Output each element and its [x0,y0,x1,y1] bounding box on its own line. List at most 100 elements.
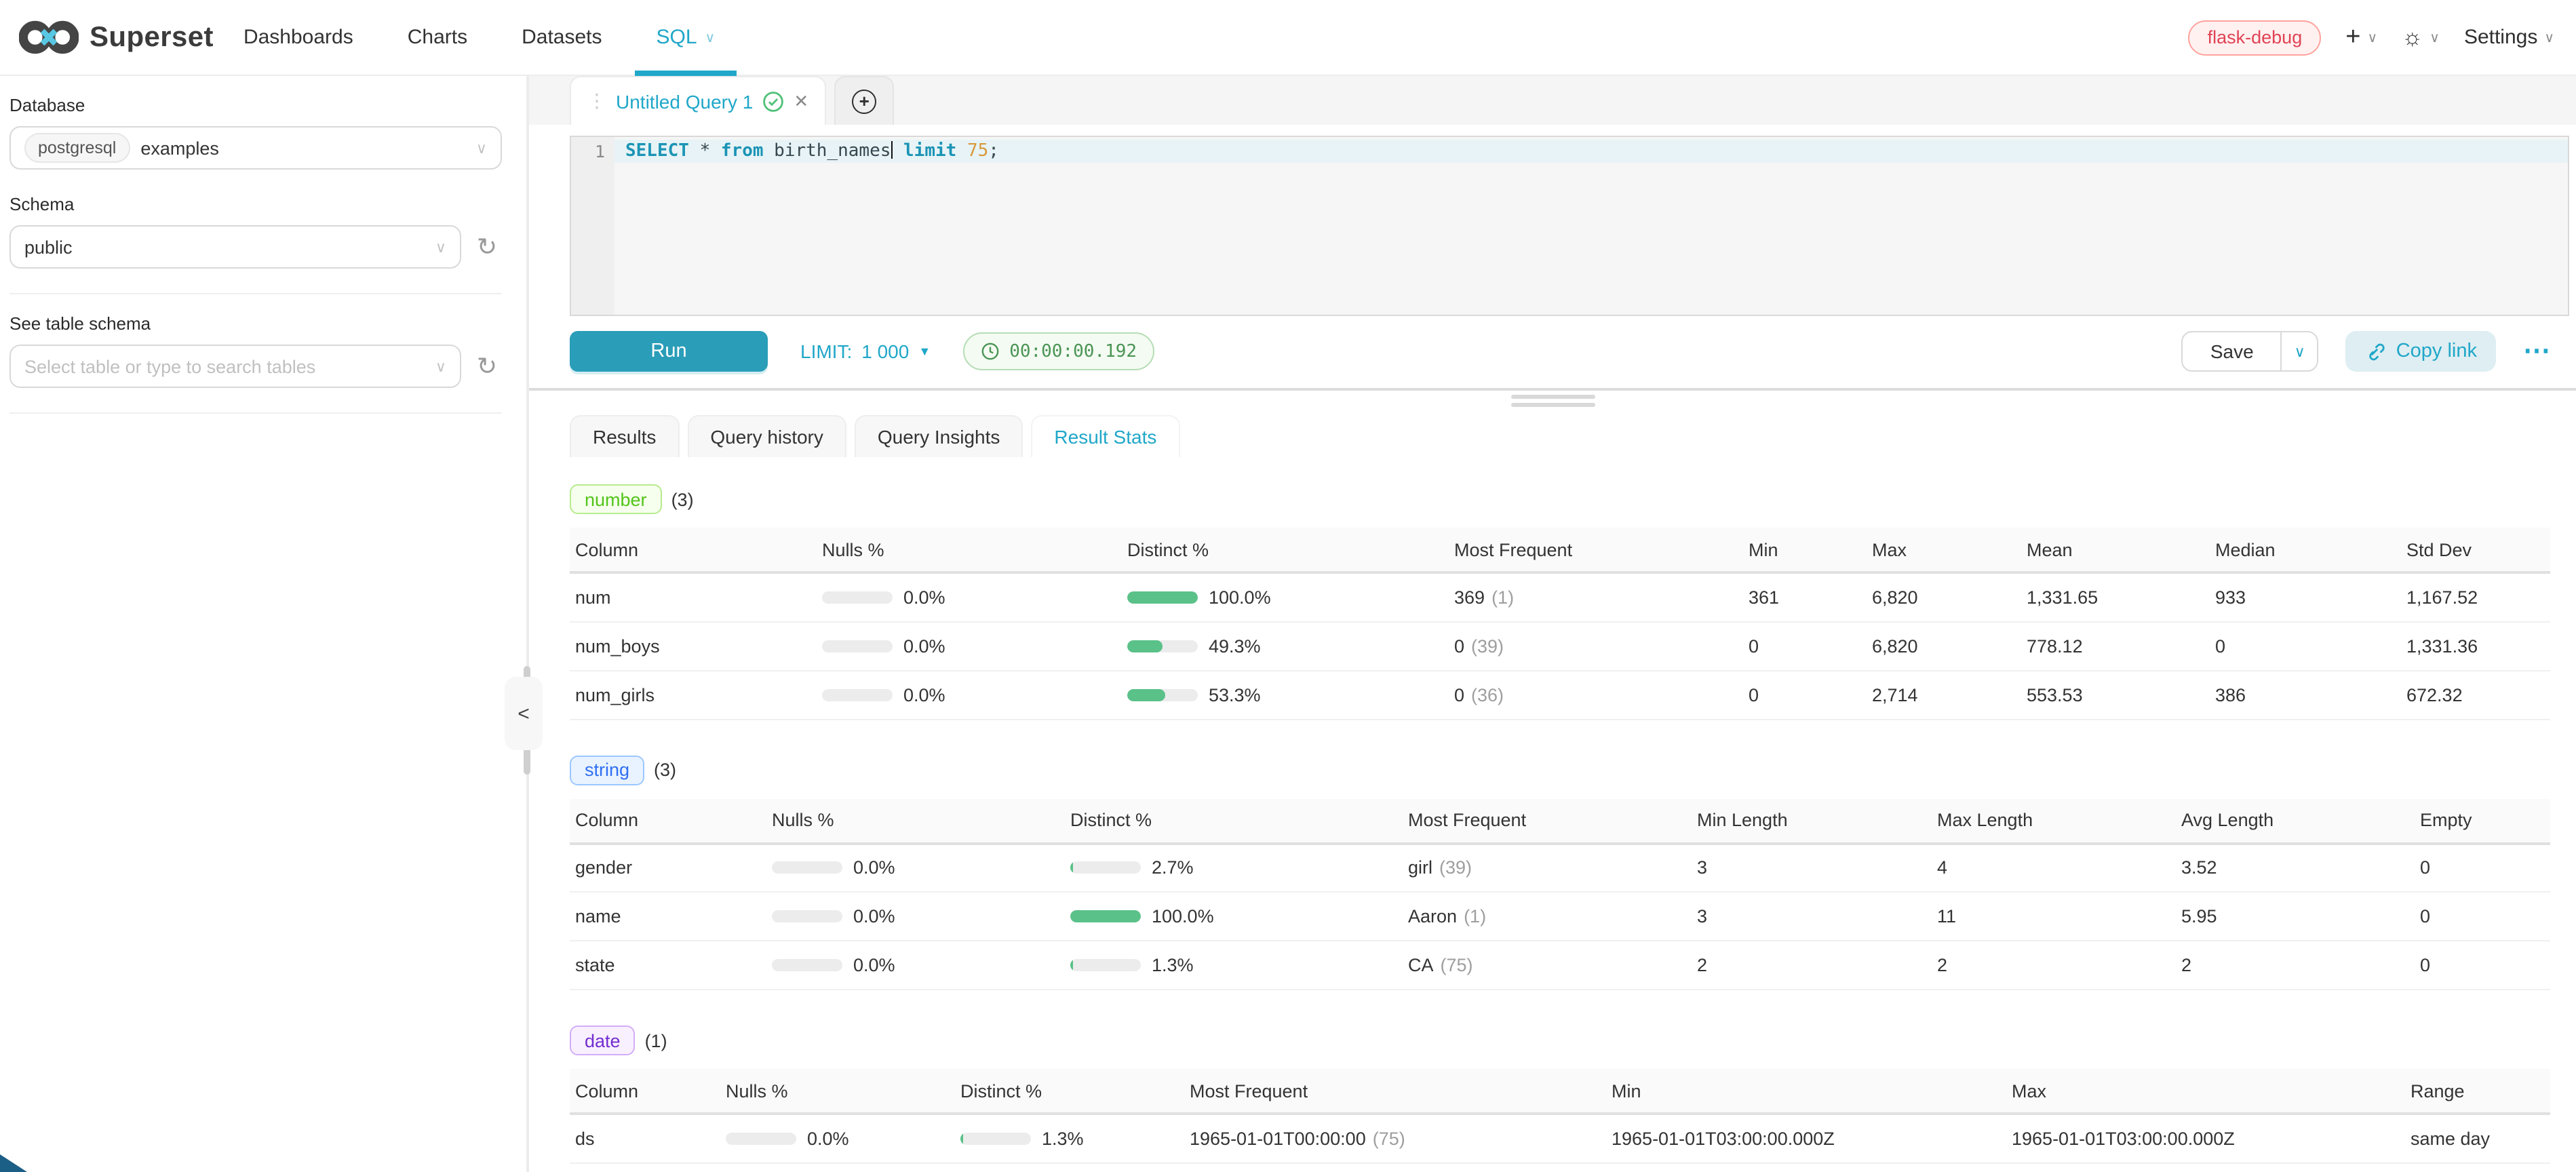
database-value: examples [140,138,219,158]
run-query-button[interactable]: Run [570,331,768,372]
editor-gutter: 1 [571,137,614,315]
chevron-down-icon: ∨ [2429,31,2440,46]
progress-fill [1127,640,1162,652]
type-badge-string: string [570,755,644,785]
most-frequent-count: (75) [1373,1129,1405,1149]
percentage-value: 0.0% [903,636,945,656]
resize-grip[interactable] [529,395,2576,407]
column-header: Std Dev [2396,528,2550,572]
column-name-cell: num [570,572,811,621]
editor-code-area[interactable]: SELECT * from birth_names limit 75; [614,137,2568,315]
new-item-button[interactable]: + ∨ [2345,24,2377,50]
chevron-down-icon: ∨ [705,31,716,46]
most-frequent-cell: 369(1) [1443,572,1738,621]
sql-token: 75 [967,141,988,161]
most-frequent-cell: 0(39) [1443,621,1738,670]
settings-menu[interactable]: Settings ∨ [2464,26,2554,49]
table-row: num0.0%100.0%369(1)3616,8201,331.659331,… [570,572,2550,621]
copy-link-button[interactable]: Copy link [2346,331,2496,372]
progress-bar: 0.0% [822,587,945,608]
tab-query-history[interactable]: Query history [687,415,846,457]
percentage-value: 0.0% [807,1129,849,1149]
limit-dropdown[interactable]: LIMIT: 1 000 ▼ [800,340,931,362]
column-header: Min Length [1686,798,1926,843]
value-cell: 0 [1738,670,1861,719]
value-cell: 672.32 [2396,670,2550,719]
percentage-cell: 100.0% [1059,892,1397,941]
more-options-icon[interactable]: ⋯ [2523,338,2550,365]
table-select[interactable]: Select table or type to search tables ∨ [9,345,461,388]
most-frequent-count: (39) [1439,858,1472,878]
column-header: Range [2400,1069,2550,1114]
progress-fill [1070,862,1073,874]
table-select-placeholder: Select table or type to search tables [24,356,315,376]
progress-fill [960,1133,963,1145]
nav-item-sql[interactable]: SQL∨ [657,0,716,75]
progress-track [822,591,893,604]
new-query-tab-button[interactable]: + [834,76,894,125]
most-frequent-value: CA [1408,955,1434,975]
drag-handle-icon[interactable]: ⋮ [587,90,606,113]
refresh-tables-icon[interactable]: ↻ [472,352,502,380]
tab-query-insights[interactable]: Query Insights [855,415,1023,457]
table-row: state0.0%1.3%CA(75)2220 [570,941,2550,990]
progress-track [822,640,893,652]
save-button[interactable]: Save [2183,332,2281,370]
value-cell: 6,820 [1861,621,2016,670]
percentage-cell: 0.0% [761,843,1059,892]
app-body: Database postgresql examples ∨ Schema pu… [0,76,2576,1172]
collapse-sidebar-button[interactable]: < [505,677,543,750]
superset-infinity-icon [19,19,79,56]
chevron-down-icon: ∨ [435,357,446,375]
percentage-cell: 100.0% [1116,572,1443,621]
database-select[interactable]: postgresql examples ∨ [9,126,502,170]
progress-track [960,1133,1031,1145]
progress-bar: 0.0% [772,858,895,878]
most-frequent-value: 0 [1454,636,1464,656]
column-header: Mean [2016,528,2204,572]
stats-section: date (1) ColumnNulls %Distinct %Most Fre… [570,1026,2550,1163]
percentage-cell: 1.3% [1059,941,1397,990]
column-header: Distinct % [1059,798,1397,843]
nav-item-datasets[interactable]: Datasets [522,0,602,75]
value-cell: 778.12 [2016,621,2204,670]
table-row: num_boys0.0%49.3%0(39)06,820778.1201,331… [570,621,2550,670]
toolbar-right: Save ∨ Copy link ⋯ [2182,331,2550,372]
column-name-cell: gender [570,843,761,892]
brand-name: Superset [90,21,214,54]
progress-bar: 0.0% [822,636,945,656]
percentage-cell: 53.3% [1116,670,1443,719]
tab-result-stats[interactable]: Result Stats [1031,415,1179,457]
most-frequent-count: (1) [1464,906,1486,926]
close-tab-icon[interactable]: ✕ [794,90,808,112]
schema-select[interactable]: public ∨ [9,225,461,269]
app-root: Superset DashboardsChartsDatasetsSQL∨ fl… [0,0,2576,1172]
refresh-schemas-icon[interactable]: ↻ [472,233,502,261]
column-header: Empty [2409,798,2550,843]
success-check-icon [762,90,784,112]
save-options-caret[interactable]: ∨ [2281,332,2318,370]
progress-bar: 0.0% [726,1129,849,1149]
query-tab[interactable]: ⋮ Untitled Query 1 ✕ [570,76,826,125]
tab-results[interactable]: Results [570,415,679,457]
value-cell: 11 [1926,892,2170,941]
nav-item-charts[interactable]: Charts [408,0,467,75]
nav-item-label: Dashboards [243,26,353,49]
theme-toggle-button[interactable]: ☼ ∨ [2402,26,2440,49]
superset-logo[interactable]: Superset [19,19,214,56]
sql-token [956,141,967,161]
progress-bar: 1.3% [1070,955,1194,975]
nav-item-label: Datasets [522,26,602,49]
percentage-value: 0.0% [903,587,945,608]
most-frequent-cell: girl(39) [1397,843,1686,892]
query-tab-bar: ⋮ Untitled Query 1 ✕ + [529,76,2576,125]
value-cell: 5.95 [2170,892,2409,941]
type-count: (3) [671,489,694,509]
nav-item-dashboards[interactable]: Dashboards [243,0,353,75]
sql-editor[interactable]: 1 SELECT * from birth_names limit 75; [570,136,2569,316]
type-count: (3) [654,760,676,780]
column-name-cell: name [570,892,761,941]
stats-section: number (3) ColumnNulls %Distinct %Most F… [570,484,2550,720]
value-cell: 3 [1686,843,1926,892]
percentage-value: 0.0% [903,684,945,705]
